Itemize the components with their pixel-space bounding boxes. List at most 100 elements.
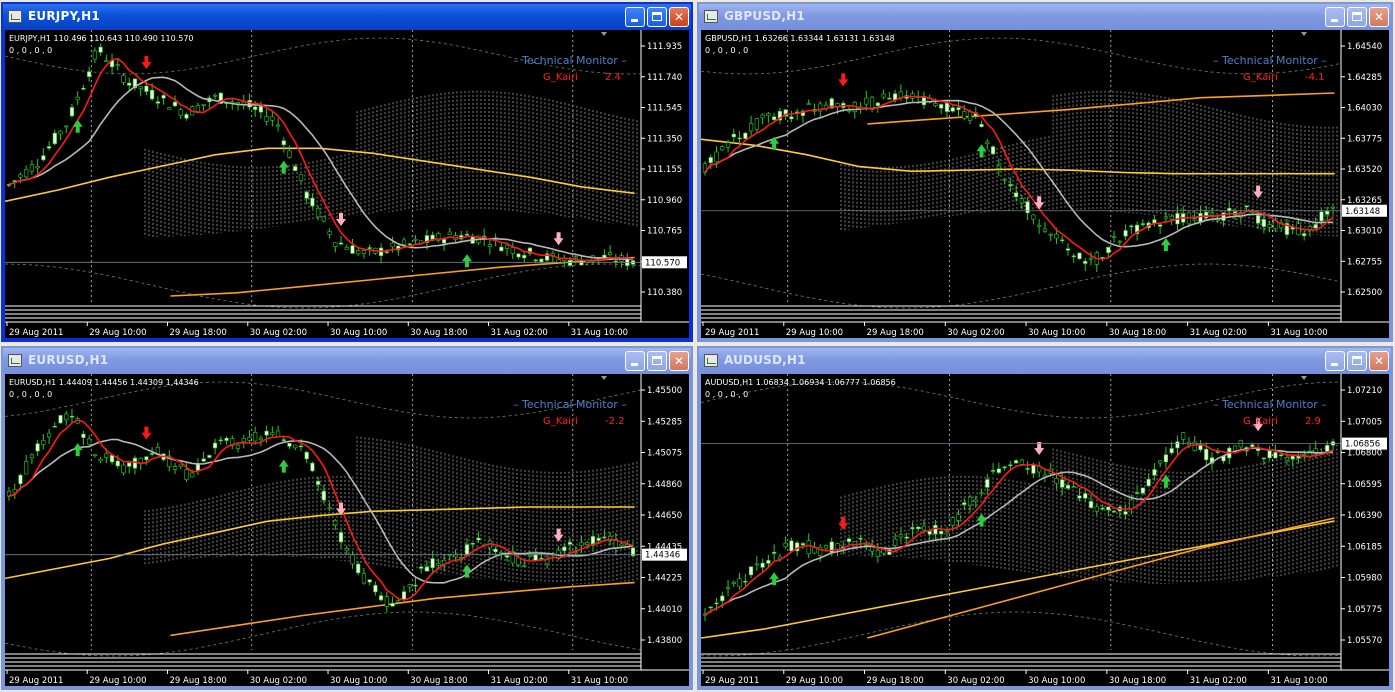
close-button[interactable]	[1369, 7, 1389, 27]
time-tick-label: 29 Aug 10:00	[89, 676, 146, 686]
chart-window-audusd[interactable]: AUDUSD,H1 1.072101.070051.068001.065951.…	[697, 346, 1393, 690]
candle-body	[69, 415, 75, 418]
candle-body	[499, 246, 504, 252]
price-tick-label: 1.05570	[1347, 636, 1382, 646]
time-tick-label: 31 Aug 02:00	[1190, 676, 1247, 686]
candle-body	[1088, 501, 1094, 508]
indicator-values-line: 0 , 0 , 0 , 0	[9, 46, 53, 55]
kairi-value: -2.2	[605, 416, 625, 427]
chart-shift-marker[interactable]	[601, 32, 607, 36]
current-price-box: 1.63148	[1342, 204, 1387, 217]
price-tick-label: 1.07210	[1347, 386, 1382, 396]
chart-area[interactable]: 111.935 111.740 111.545 111.350 111.155 110.9…	[5, 30, 689, 338]
candle-body	[46, 432, 52, 438]
candle-body	[567, 542, 573, 545]
chart-area[interactable]: 1.64540 1.64285 1.64030 1.63775 1.63520 1.632…	[701, 30, 1389, 338]
candle-body	[990, 146, 996, 155]
window-titlebar[interactable]: GBPUSD,H1	[699, 4, 1391, 30]
technical-monitor-label: – Technical Monitor –	[513, 398, 627, 411]
candle-body	[1071, 255, 1076, 258]
candle-body	[1008, 464, 1013, 467]
candle-body	[533, 554, 538, 561]
candle-body	[184, 469, 189, 480]
sell-arrow	[553, 528, 564, 542]
candle-body	[1077, 252, 1082, 260]
candle-body	[754, 118, 759, 130]
candle-body	[361, 250, 367, 254]
candle-body	[201, 104, 206, 106]
chart-window-eurusd[interactable]: EURUSD,H1 1.45500 1.45285 1.45075 1.44860 1.…	[1, 346, 693, 690]
minimize-button[interactable]	[1325, 351, 1345, 371]
price-tick-label: 1.06390	[1347, 511, 1382, 521]
candle-body	[743, 581, 748, 583]
chart-window-gbpusd[interactable]: GBPUSD,H1 1.645401.642851.640301.637751.…	[697, 2, 1393, 342]
candle-body	[619, 543, 624, 547]
candle-body	[602, 536, 607, 539]
candle-body	[898, 534, 903, 538]
minimize-button[interactable]	[1325, 7, 1345, 27]
time-tick-label: 29 Aug 10:00	[89, 328, 146, 338]
candle-body	[731, 582, 736, 584]
candle-body	[579, 260, 584, 266]
candle-body	[1054, 478, 1059, 484]
candle-body	[167, 107, 172, 110]
candle-body	[1042, 228, 1048, 232]
candle-body	[310, 197, 315, 207]
window-title: EURJPY,H1	[28, 9, 100, 23]
chart-shift-marker[interactable]	[1301, 376, 1307, 380]
candle-body	[567, 260, 573, 266]
close-button[interactable]	[669, 7, 689, 27]
chart-window-icon[interactable]	[704, 354, 718, 367]
candle-body	[150, 453, 155, 455]
candle-body	[52, 425, 57, 428]
candle-body	[356, 250, 361, 255]
candle-body	[516, 253, 521, 258]
candle-body	[41, 155, 46, 161]
candle-body	[1325, 210, 1330, 215]
candle-body	[573, 256, 578, 259]
chart-window-icon[interactable]	[704, 10, 718, 23]
window-titlebar[interactable]: EURUSD,H1	[3, 348, 691, 374]
candle-body	[344, 548, 349, 552]
candle-body	[1158, 224, 1163, 227]
candle-body	[115, 460, 120, 467]
candle-body	[1065, 484, 1071, 489]
maximize-button[interactable]	[1347, 351, 1367, 371]
candle-body	[996, 468, 1001, 473]
close-button[interactable]	[669, 351, 689, 371]
candle-body	[350, 554, 355, 565]
candle-body	[327, 231, 332, 235]
candle-body	[1163, 216, 1169, 219]
chart-window-icon[interactable]	[8, 354, 22, 367]
band-lower	[701, 263, 1342, 309]
window-titlebar[interactable]: EURJPY,H1	[3, 4, 691, 30]
minimize-button[interactable]	[625, 7, 645, 27]
candle-body	[150, 89, 155, 100]
candle-body	[138, 457, 143, 464]
minimize-button[interactable]	[625, 351, 645, 371]
candle-body	[293, 444, 298, 449]
time-tick-label: 30 Aug 10:00	[330, 328, 387, 338]
maximize-button[interactable]	[1347, 7, 1367, 27]
chart-area[interactable]: 1.07210 1.07005 1.06800 1.06595 1.06390 1.061…	[701, 374, 1389, 686]
window-titlebar[interactable]: AUDUSD,H1	[699, 348, 1391, 374]
chart-shift-marker[interactable]	[1301, 32, 1307, 36]
price-chart-svg: 1.07210 1.07005 1.06800 1.06595 1.06390 1.061…	[701, 374, 1389, 686]
chart-shift-marker[interactable]	[601, 376, 607, 380]
chart-window-icon[interactable]	[8, 10, 22, 23]
candle-body	[527, 554, 533, 557]
indicator-values-line: 0 , 0 , 0 , 0	[705, 390, 749, 399]
chart-area[interactable]: 1.45500 1.45285 1.45075 1.44860 1.44650 1.444…	[5, 374, 689, 686]
close-button[interactable]	[1369, 351, 1389, 371]
price-tick-label: 110.765	[647, 227, 682, 237]
candle-body	[413, 584, 418, 587]
candle-body	[962, 502, 967, 505]
price-tick-label: 1.63520	[1347, 165, 1382, 175]
candle-body	[316, 208, 321, 218]
chart-window-eurjpy[interactable]: EURJPY,H1 111.935111.740111.545111.35011…	[1, 2, 693, 342]
candle-body	[407, 584, 412, 588]
maximize-button[interactable]	[647, 351, 667, 371]
maximize-button[interactable]	[647, 7, 667, 27]
candle-body	[916, 526, 921, 530]
candle-body	[939, 104, 944, 109]
